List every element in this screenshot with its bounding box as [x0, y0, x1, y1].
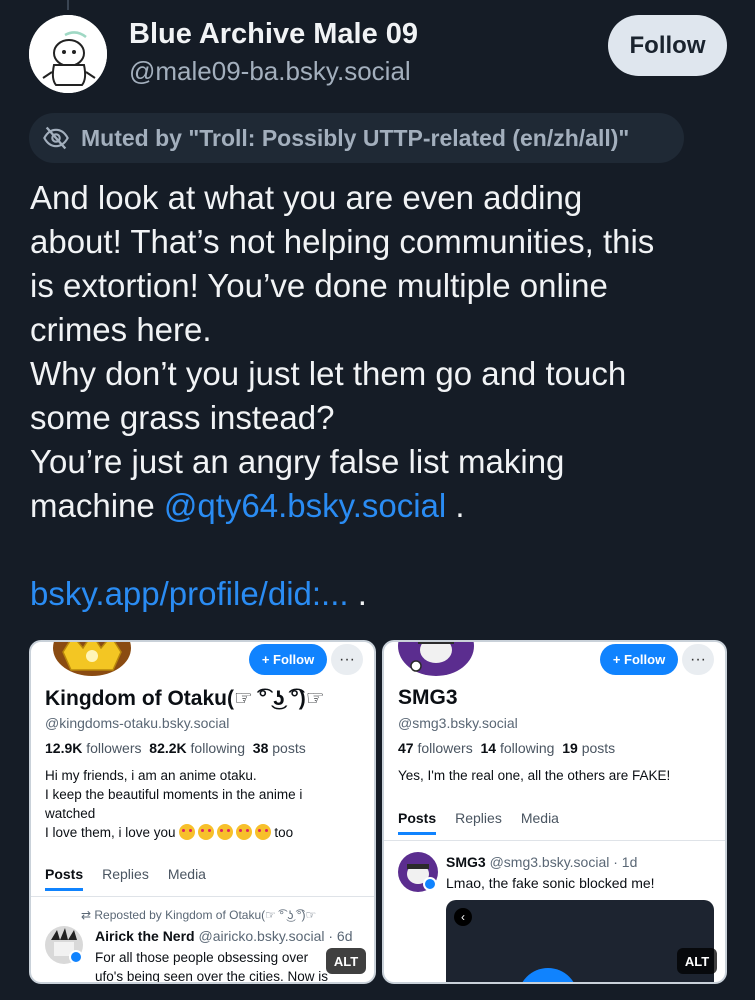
post-author-name: SMG3	[446, 854, 486, 870]
post-content: For all those people obsessing over ufo'…	[95, 948, 328, 984]
post-content-line: Lmao, the fake sonic blocked me!	[446, 875, 655, 891]
post-header: Blue Archive Male 09 @male09-ba.bsky.soc…	[0, 0, 755, 110]
posts-count: 19	[562, 740, 578, 756]
profile-handle: @kingdoms-otaku.bsky.social	[45, 715, 230, 731]
profile-name: SMG3	[398, 686, 458, 709]
nerd-avatar-image	[45, 926, 83, 964]
post-author-name: Airick the Nerd	[95, 928, 195, 944]
author-avatar[interactable]	[29, 15, 107, 93]
post-author-handle: @smg3.bsky.social · 1d	[489, 854, 638, 870]
muted-label-text: Muted by "Troll: Possibly UTTP-related (…	[81, 124, 630, 151]
following-count: 82.2K	[149, 740, 187, 756]
posts-count: 38	[252, 740, 269, 756]
post-text-segment: .	[446, 487, 465, 524]
post-line: about! That’s not helping communities, t…	[30, 223, 655, 260]
post-author-handle: @airicko.bsky.social · 6d	[198, 928, 353, 944]
heart-eyes-emoji-icon	[236, 824, 253, 840]
bio-line: watched	[45, 806, 96, 821]
avatar-drawing	[29, 15, 107, 93]
post-line: Why don’t you just let them go and touch	[30, 355, 627, 392]
post-content: Lmao, the fake sonic blocked me!	[446, 875, 655, 891]
alt-text-badge[interactable]: ALT	[677, 948, 717, 974]
post-meta: Airick the Nerd @airicko.bsky.social · 6…	[95, 928, 352, 944]
bio-line: I keep the beautiful moments in the anim…	[45, 787, 303, 802]
bio-line: I love them, i love you too	[45, 823, 302, 842]
profile-bio: Hi my friends, i am an anime otaku. I ke…	[45, 766, 302, 842]
embedded-image-right[interactable]: + Follow ··· SMG3 @smg3.bsky.social 47 f…	[382, 640, 727, 984]
post-text-segment: .	[348, 575, 367, 612]
bio-line: Hi my friends, i am an anime otaku.	[45, 768, 257, 783]
post-content-line: ufo's being seen over the cities. Now is	[95, 969, 328, 984]
eye-slash-icon	[39, 121, 73, 155]
author-display-name[interactable]: Blue Archive Male 09	[129, 18, 418, 51]
muted-label-pill[interactable]: Muted by "Troll: Possibly UTTP-related (…	[29, 113, 684, 163]
tab-posts[interactable]: Posts	[398, 810, 437, 835]
tab-replies[interactable]: Replies	[102, 866, 149, 891]
following-label: following	[190, 740, 246, 756]
tab-replies[interactable]: Replies	[455, 810, 502, 835]
repost-label: ⇄ Reposted by Kingdom of Otaku(☞ ͡° ͜ʖ ͡…	[81, 908, 317, 922]
embedded-image-left[interactable]: + Follow ··· Kingdom of Otaku(☞ ͡° ͜ʖ ͡°…	[29, 640, 376, 984]
bio-line: Yes, I'm the real one, all the others ar…	[398, 768, 671, 783]
tabs-divider	[31, 896, 374, 897]
heart-eyes-emoji-icon	[179, 824, 196, 840]
profile-stats: 47 followers 14 following 19 posts	[398, 740, 615, 756]
post-line-with-mention: machine @qty64.bsky.social .	[30, 484, 730, 528]
heart-eyes-emoji-icon	[217, 824, 234, 840]
more-options-icon[interactable]: ···	[331, 644, 363, 675]
post-line-with-link: bsky.app/profile/did:... .	[30, 572, 730, 616]
bio-text: I love them, i love you	[45, 825, 180, 840]
crowned-avatar-image	[53, 642, 131, 676]
embedded-video-preview[interactable]: ‹	[446, 900, 714, 982]
author-handle[interactable]: @male09-ba.bsky.social	[129, 56, 411, 87]
post-text: And look at what you are even adding abo…	[30, 176, 730, 616]
following-label: following	[499, 740, 555, 756]
post-meta: SMG3 @smg3.bsky.social · 1d	[446, 854, 637, 870]
post-line: crimes here.	[30, 311, 212, 348]
profile-follow-button[interactable]: + Follow	[249, 644, 327, 675]
followers-count: 47	[398, 740, 414, 756]
post-line: some grass instead?	[30, 399, 335, 436]
tab-posts[interactable]: Posts	[45, 866, 84, 891]
play-button-icon[interactable]	[518, 968, 578, 982]
post-line: is extortion! You’ve done multiple onlin…	[30, 267, 608, 304]
profile-follow-button[interactable]: + Follow	[600, 644, 678, 675]
profile-handle: @smg3.bsky.social	[398, 715, 518, 731]
followers-label: followers	[86, 740, 142, 756]
post-text-segment: machine	[30, 487, 164, 524]
tab-media[interactable]: Media	[521, 810, 559, 835]
post-line: And look at what you are even adding	[30, 179, 583, 216]
following-count: 14	[480, 740, 497, 756]
bio-text: too	[274, 825, 294, 840]
heart-eyes-emoji-icon	[198, 824, 215, 840]
tabs-divider	[384, 840, 725, 841]
smg3-avatar-image	[398, 642, 474, 676]
more-options-icon[interactable]: ···	[682, 644, 714, 675]
profile-link[interactable]: bsky.app/profile/did:...	[30, 575, 349, 612]
profile-bio: Yes, I'm the real one, all the others ar…	[398, 766, 670, 785]
mention-link[interactable]: @qty64.bsky.social	[164, 487, 446, 524]
smg3-small-avatar-image	[398, 852, 438, 892]
back-chevron-icon[interactable]: ‹	[454, 908, 472, 926]
posts-label: posts	[272, 740, 306, 756]
profile-tabs: Posts Replies Media	[398, 810, 559, 835]
followers-label: followers	[417, 740, 473, 756]
heart-eyes-emoji-icon	[255, 824, 272, 840]
post-content-line: For all those people obsessing over	[95, 950, 309, 965]
post-line: You’re just an angry false list making	[30, 443, 565, 480]
tab-media[interactable]: Media	[168, 866, 206, 891]
profile-tabs: Posts Replies Media	[45, 866, 206, 891]
follow-button[interactable]: Follow	[608, 15, 727, 76]
profile-name: Kingdom of Otaku(☞ ͡° ͜ʖ ͡°)☞	[45, 687, 325, 710]
followers-count: 12.9K	[45, 740, 83, 756]
posts-label: posts	[581, 740, 616, 756]
alt-text-badge[interactable]: ALT	[326, 948, 366, 974]
profile-stats: 12.9K followers 82.2K following 38 posts	[45, 740, 306, 756]
